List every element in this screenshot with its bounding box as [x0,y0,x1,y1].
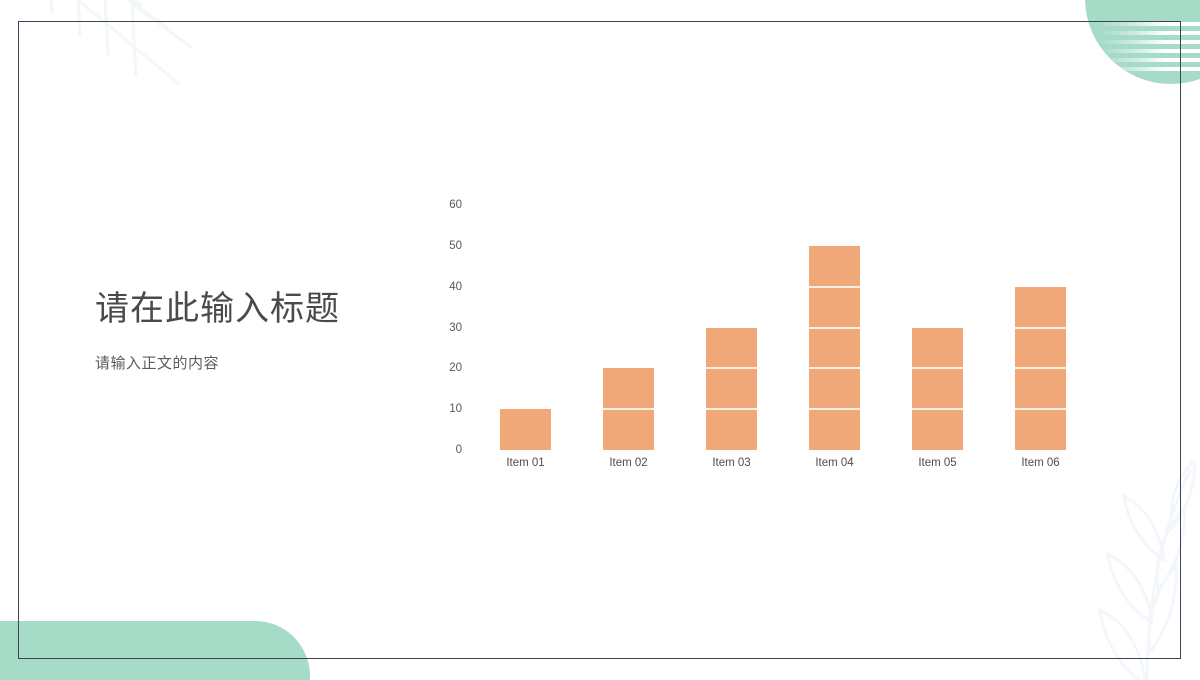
y-axis-tick-label: 20 [449,362,462,375]
chart-bar[interactable] [706,327,757,450]
bar-segment-divider [1015,367,1066,370]
text-block: 请在此输入标题 请输入正文的内容 [95,286,415,374]
bar-slot [783,205,886,450]
y-axis-tick-label: 60 [449,199,462,211]
chart-bar[interactable] [912,327,963,450]
chart-y-axis: 0 10 20 30 40 50 60 [428,199,462,461]
x-axis-category-label: Item 02 [609,457,648,469]
mint-blob-bottom-left [0,621,310,680]
bar-slot [474,205,577,450]
bar-segment-divider [1015,408,1066,411]
bar-slot [886,205,989,450]
bar-segment-divider [1015,326,1066,329]
bar-segment-divider [912,408,963,411]
chart-bar[interactable] [1015,286,1066,450]
white-stripes-top-right [1098,22,1200,72]
x-axis-category-label: Item 03 [712,457,751,469]
bar-segment-divider [912,367,963,370]
y-axis-tick-label: 30 [449,321,462,334]
bar-slot [577,205,680,450]
bar-chart: 0 10 20 30 40 50 60 Item 01 Item 02 Item 03 Item … [428,199,1108,485]
bar-slot [989,205,1092,450]
page-title: 请在此输入标题 [95,290,340,328]
bar-segment-divider [603,408,654,411]
x-axis-category-label: Item 01 [506,457,545,469]
y-axis-tick-label: 10 [449,403,462,416]
chart-bar[interactable] [809,245,860,450]
slide-canvas: 请在此输入标题 请输入正文的内容 0 10 20 30 40 50 60 Item 01 It… [0,0,1200,680]
x-axis-category-label: Item 04 [815,457,854,469]
x-axis-category-label: Item 05 [918,457,957,469]
chart-bar[interactable] [603,368,654,450]
mint-circle-top-right [1085,0,1200,84]
chart-plot-area: Item 01 Item 02 Item 03 Item 04 Item 05 Item … [474,205,1108,469]
x-axis-category-label: Item 06 [1021,457,1060,469]
bar-segment-divider [809,326,860,329]
y-axis-tick-label: 0 [455,444,462,456]
bar-segment-divider [706,408,757,411]
page-subtitle: 请输入正文的内容 [95,355,220,372]
bar-segment-divider [809,408,860,411]
bar-segment-divider [809,367,860,370]
y-axis-tick-label: 50 [449,239,462,252]
bar-segment-divider [706,367,757,370]
fern-leaf-bottom-right-icon [1098,460,1196,680]
fern-leaf-top-left-icon [49,0,193,87]
bar-slot [680,205,783,450]
bar-segment-divider [809,285,860,288]
y-axis-tick-label: 40 [449,280,462,293]
chart-bar[interactable] [500,409,551,450]
